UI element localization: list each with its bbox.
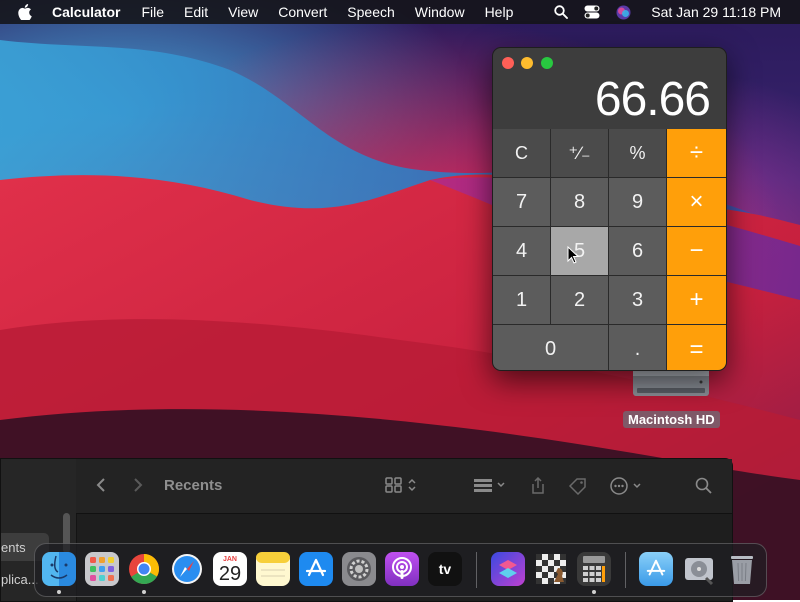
apple-tv-label: tv — [438, 561, 452, 577]
chess-icon[interactable] — [534, 552, 568, 586]
applications-folder-icon[interactable] — [639, 552, 673, 586]
clear-key[interactable]: C — [493, 129, 550, 177]
system-preferences-icon[interactable] — [342, 552, 376, 586]
sidebar-item-label: ents — [1, 539, 26, 555]
digit-0-key[interactable]: 0 — [493, 325, 608, 370]
divide-key[interactable]: ÷ — [667, 129, 726, 177]
add-key[interactable]: + — [667, 276, 726, 324]
shortcuts-icon[interactable] — [491, 552, 525, 586]
app-store-icon[interactable] — [299, 552, 333, 586]
digit-7-key[interactable]: 7 — [493, 178, 550, 226]
back-icon[interactable] — [96, 477, 106, 498]
digit-1-key[interactable]: 1 — [493, 276, 550, 324]
menu-window[interactable]: Window — [415, 4, 465, 20]
forward-icon[interactable] — [133, 477, 143, 498]
digit-5-key[interactable]: 5 — [551, 227, 608, 275]
safari-icon[interactable] — [170, 552, 204, 586]
mouse-cursor-icon — [567, 246, 579, 264]
icon-view-icon[interactable] — [385, 477, 419, 498]
tag-icon[interactable] — [568, 477, 588, 500]
decimal-key[interactable]: . — [609, 325, 666, 370]
subtract-key[interactable]: − — [667, 227, 726, 275]
calculator-window: 66.66 C ⁺∕₋% ÷ 7 8 9 × 4 5 6− 1 2 3 +0. = — [492, 47, 727, 371]
share-icon[interactable] — [530, 476, 546, 500]
siri-icon[interactable] — [616, 5, 631, 20]
apple-tv-icon[interactable]: tv — [428, 552, 462, 586]
menu-bar-clock[interactable]: Sat Jan 29 11:18 PM — [651, 4, 781, 20]
digit-8-key[interactable]: 8 — [551, 178, 608, 226]
sign-toggle-key[interactable]: ⁺∕₋ — [551, 129, 608, 177]
macintosh-hd-label: Macintosh HD — [623, 411, 720, 428]
menu-view[interactable]: View — [228, 4, 258, 20]
finder-icon[interactable] — [42, 552, 76, 586]
minimize-button[interactable] — [521, 57, 533, 69]
disk-utility-icon[interactable] — [682, 552, 716, 586]
multiply-key[interactable]: × — [667, 178, 726, 226]
menu-convert[interactable]: Convert — [278, 4, 327, 20]
podcasts-icon[interactable] — [385, 552, 419, 586]
trash-icon[interactable] — [725, 552, 759, 586]
spotlight-search-icon[interactable] — [554, 5, 569, 19]
macintosh-hd-desktop-icon[interactable]: Macintosh HD — [622, 366, 720, 429]
dock: JAN 29 tv — [34, 543, 767, 597]
control-center-icon[interactable] — [584, 5, 600, 19]
percent-key[interactable]: % — [609, 129, 666, 177]
sidebar-item-label: plica... — [1, 571, 39, 587]
calendar-day: 29 — [218, 562, 242, 585]
menu-edit[interactable]: Edit — [184, 4, 208, 20]
menu-app-calculator[interactable]: Calculator — [52, 4, 120, 20]
finder-window-title: Recents — [164, 477, 223, 494]
calculator-keypad: C ⁺∕₋% ÷ 7 8 9 × 4 5 6− 1 2 3 +0. = — [493, 129, 726, 370]
digit-6-key[interactable]: 6 — [609, 227, 666, 275]
notes-icon[interactable] — [256, 552, 290, 586]
calculator-display: 66.66 — [594, 73, 711, 126]
apple-menu-icon[interactable] — [18, 4, 34, 20]
menu-speech[interactable]: Speech — [347, 4, 394, 20]
zoom-button[interactable] — [541, 57, 553, 69]
group-by-icon[interactable] — [474, 477, 508, 498]
search-icon[interactable] — [695, 477, 713, 500]
calendar-icon[interactable]: JAN 29 — [213, 552, 247, 586]
chrome-icon[interactable] — [127, 552, 161, 586]
menu-bar: Calculator File Edit View Convert Speech… — [0, 0, 800, 24]
hard-drive-icon — [633, 366, 709, 396]
launchpad-icon[interactable] — [85, 552, 119, 586]
digit-2-key[interactable]: 2 — [551, 276, 608, 324]
menu-help[interactable]: Help — [485, 4, 514, 20]
finder-toolbar: Recents — [76, 459, 732, 514]
digit-3-key[interactable]: 3 — [609, 276, 666, 324]
digit-4-key[interactable]: 4 — [493, 227, 550, 275]
calculator-dock-icon[interactable] — [577, 552, 611, 586]
digit-9-key[interactable]: 9 — [609, 178, 666, 226]
equals-key[interactable]: = — [667, 325, 726, 370]
close-button[interactable] — [502, 57, 514, 69]
more-actions-icon[interactable] — [610, 477, 644, 500]
menu-file[interactable]: File — [141, 4, 164, 20]
